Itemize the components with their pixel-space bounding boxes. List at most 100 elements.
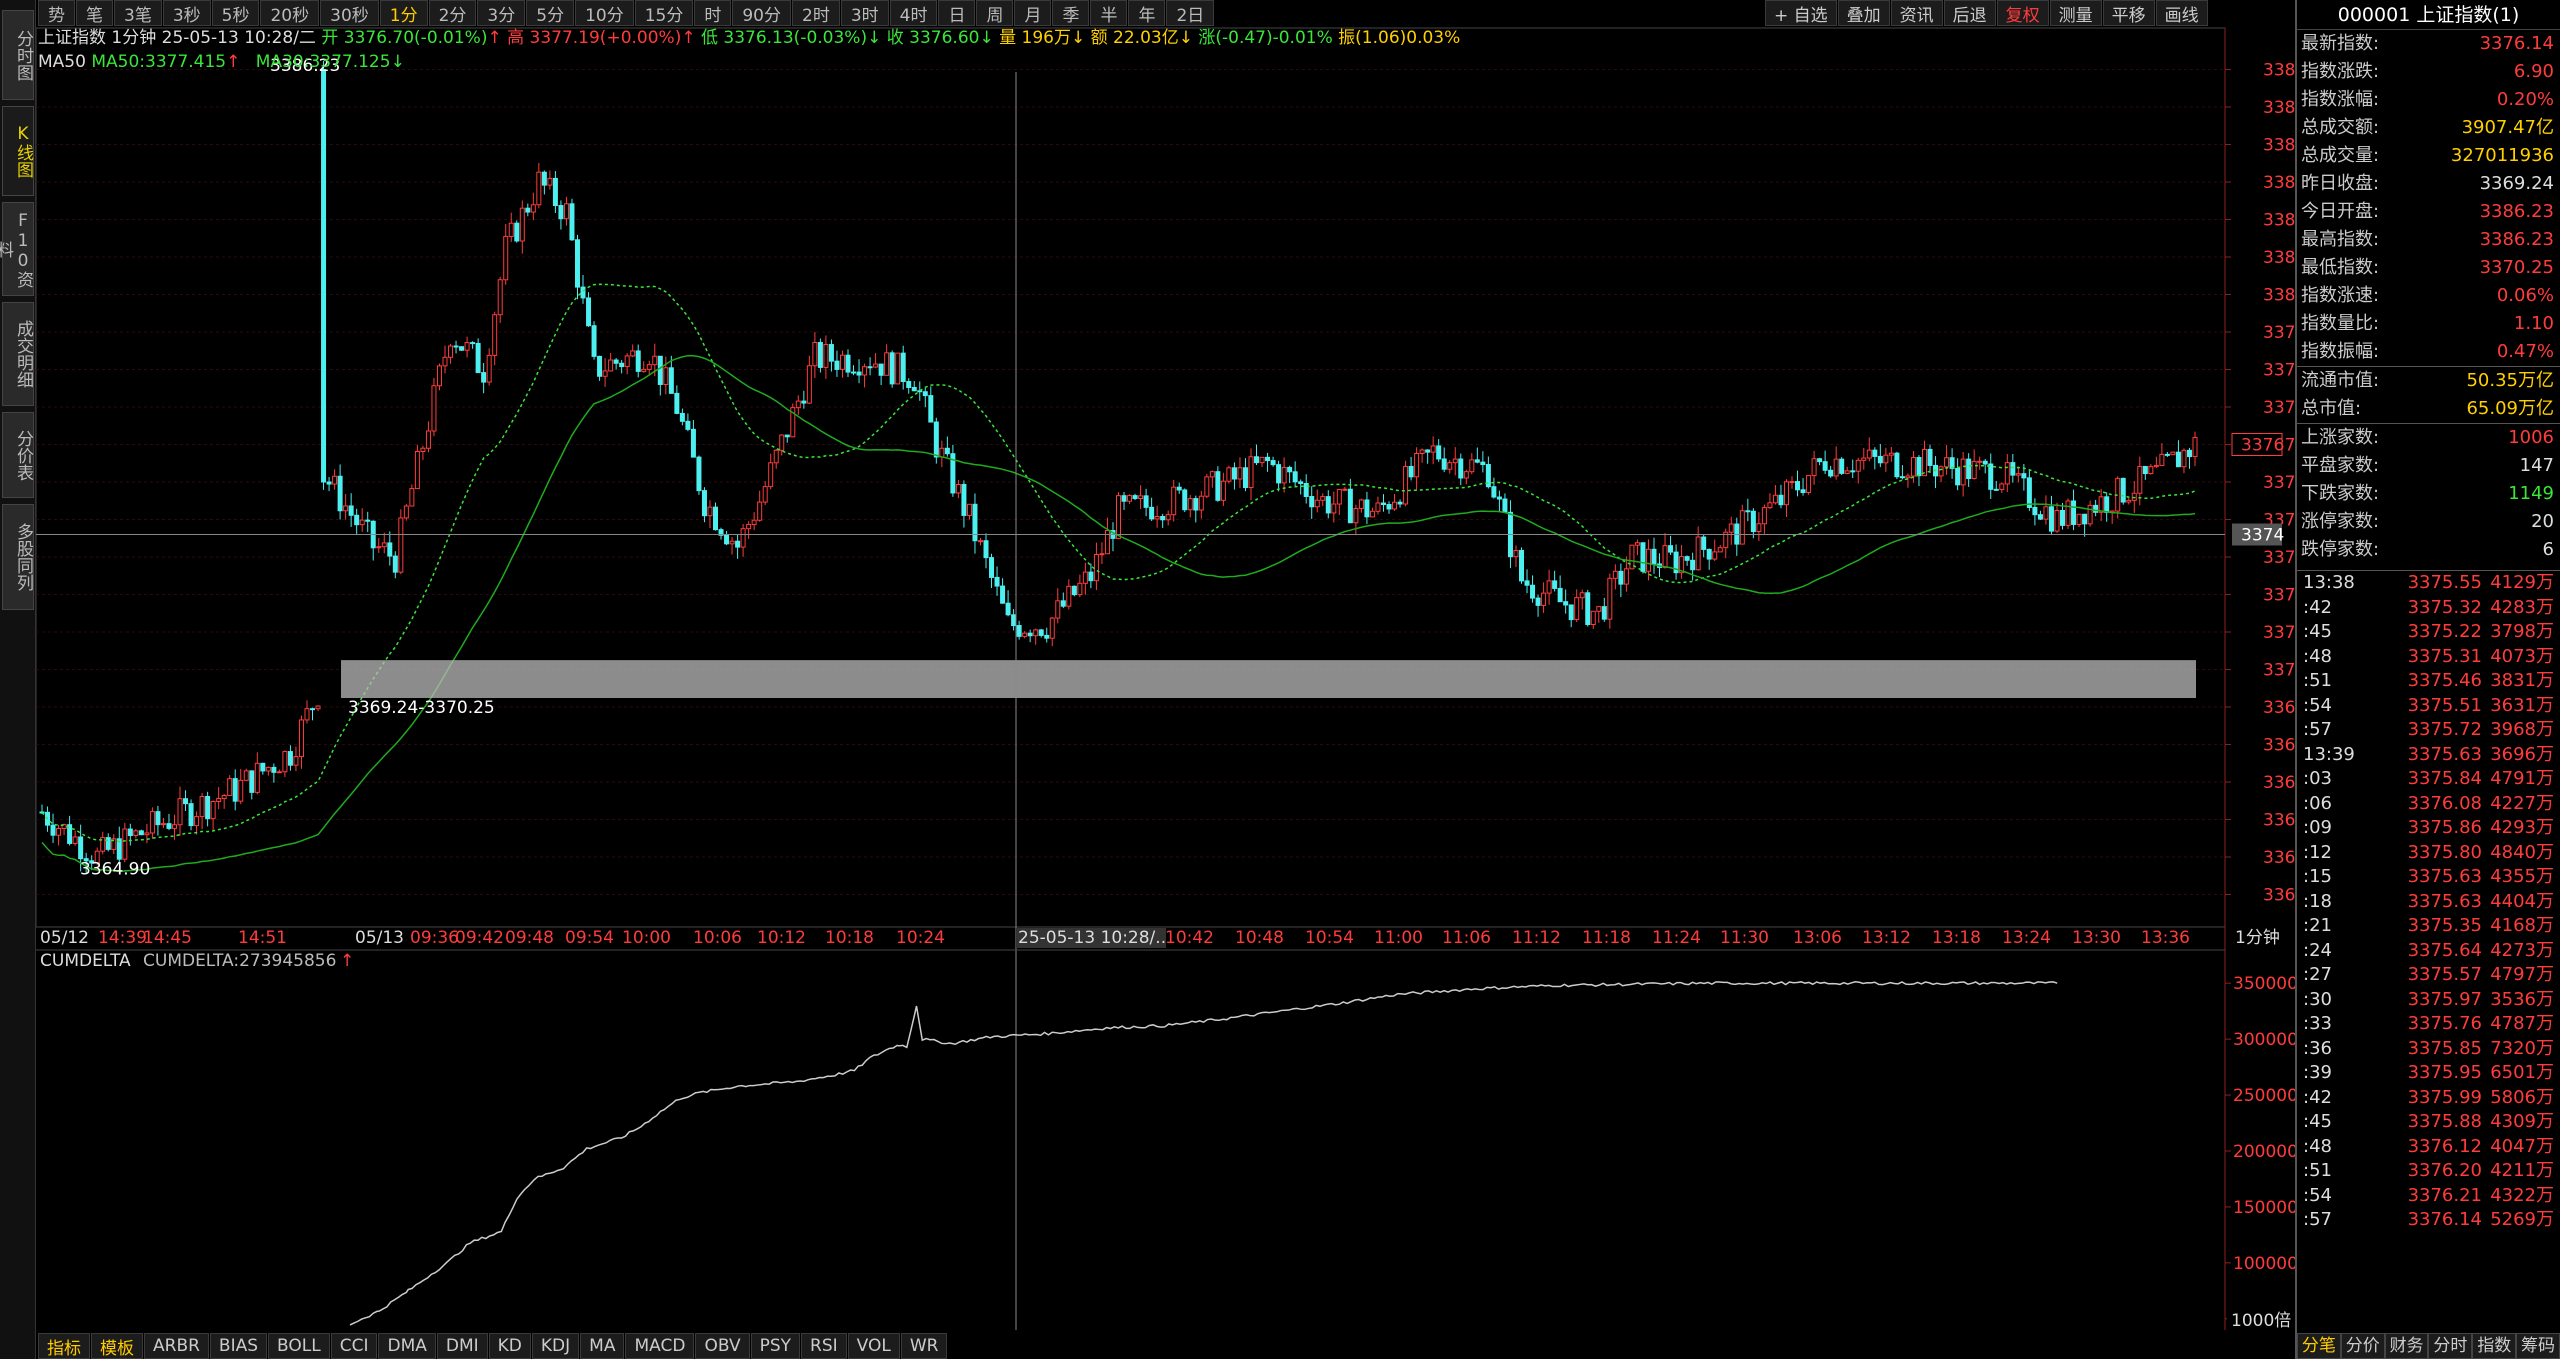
- period-tab[interactable]: 2日: [1166, 0, 1215, 26]
- candle-body: [685, 420, 691, 430]
- low-value: 低 3376.13(-0.03%): [700, 28, 868, 48]
- quote-tab[interactable]: 分价: [2340, 1333, 2385, 1359]
- period-tab[interactable]: 年: [1128, 0, 1166, 26]
- candle-body: [751, 519, 757, 525]
- tick-time: :42: [2303, 596, 2332, 618]
- indicator-tab[interactable]: CCI: [330, 1333, 378, 1359]
- tick-list[interactable]: 13:38 3375.55 4129万:42 3375.32 4283万:45 3375.…: [2297, 570, 2560, 1233]
- period-tab[interactable]: 15分: [634, 0, 694, 26]
- chart-canvas[interactable]: 3386 3385 3384 3383 3382 3381 3380 3379 3378 3377…: [0, 0, 2295, 1359]
- candle-body: [1612, 570, 1618, 579]
- candle-body: [806, 365, 812, 404]
- quote-tab[interactable]: 指数: [2472, 1333, 2517, 1359]
- period-tab[interactable]: 半: [1090, 0, 1128, 26]
- candle-body: [1866, 449, 1872, 459]
- indicator-tab[interactable]: DMA: [378, 1333, 436, 1359]
- period-tab[interactable]: 3时: [840, 0, 889, 26]
- quote-tab[interactable]: 筹码: [2516, 1333, 2560, 1359]
- period-tab[interactable]: 2时: [792, 0, 840, 26]
- toolbar-button[interactable]: 画线: [2155, 0, 2208, 26]
- candle-body: [1518, 549, 1524, 582]
- tab-multi-stock[interactable]: 多股同列: [2, 504, 34, 610]
- candle-body: [1342, 488, 1348, 491]
- indicator-tab[interactable]: WR: [900, 1333, 948, 1359]
- candle-body: [486, 354, 492, 383]
- tick-volume: 4168万: [2490, 915, 2554, 936]
- indicator-tab[interactable]: OBV: [695, 1333, 750, 1359]
- indicator-tab[interactable]: ARBR: [144, 1333, 209, 1359]
- indicator-tab[interactable]: 指标: [38, 1333, 90, 1359]
- period-tab[interactable]: 20秒: [260, 0, 320, 26]
- tab-kline[interactable]: K线图: [2, 106, 34, 196]
- period-tab[interactable]: 季: [1052, 0, 1090, 26]
- stat-label: 指数振幅:: [2301, 341, 2380, 362]
- toolbar-button[interactable]: 叠加: [1837, 0, 1890, 26]
- candle-body: [1287, 466, 1293, 473]
- tick-price: 3375.80: [2407, 841, 2482, 863]
- indicator-y-tick: 150000: [2233, 1198, 2295, 1218]
- stat-row: 指数量比: 1.10: [2297, 310, 2560, 338]
- quote-tab[interactable]: 分笔: [2297, 1333, 2341, 1359]
- tab-timeshare[interactable]: 分时图: [2, 10, 34, 100]
- period-tab[interactable]: 30秒: [320, 0, 379, 26]
- period-tab[interactable]: 2分: [428, 0, 477, 26]
- toolbar-button[interactable]: 复权: [1996, 0, 2049, 26]
- period-tab[interactable]: 3秒: [162, 0, 211, 26]
- toolbar-button[interactable]: 平移: [2102, 0, 2155, 26]
- period-tab[interactable]: 3笔: [114, 0, 162, 26]
- indicator-tab[interactable]: 模板: [91, 1333, 143, 1359]
- period-tab[interactable]: 90分: [732, 0, 791, 26]
- toolbar-button[interactable]: 测量: [2049, 0, 2102, 26]
- indicator-tab[interactable]: BOLL: [268, 1333, 330, 1359]
- candle-body: [989, 557, 995, 578]
- toolbar-button[interactable]: 资讯: [1890, 0, 1943, 26]
- indicator-tab[interactable]: RSI: [801, 1333, 847, 1359]
- period-tab[interactable]: 5秒: [211, 0, 260, 26]
- ma-indicator-name[interactable]: MA50: [38, 52, 86, 72]
- stat-label: 流通市值:: [2301, 370, 2380, 391]
- x-tick-label: 11:12: [1512, 928, 1561, 948]
- candle-body: [1358, 499, 1364, 510]
- indicator-tab[interactable]: KD: [488, 1333, 531, 1359]
- period-tab[interactable]: 笔: [76, 0, 113, 26]
- candle-body: [326, 481, 332, 485]
- tick-row: :54 3375.51 3631万: [2297, 694, 2560, 719]
- candle-body: [817, 342, 823, 368]
- period-tab[interactable]: 3分: [477, 0, 526, 26]
- tab-price-table[interactable]: 分价表: [2, 412, 34, 498]
- candle-body: [1839, 458, 1845, 474]
- period-tab[interactable]: 周: [976, 0, 1014, 26]
- period-tab[interactable]: 势: [38, 0, 75, 26]
- candle-body: [1447, 462, 1453, 470]
- candle-body: [1220, 480, 1226, 501]
- period-tab[interactable]: 5分: [526, 0, 575, 26]
- stat-label: 指数涨速:: [2301, 285, 2380, 306]
- tab-trade-detail[interactable]: 成交明细: [2, 302, 34, 406]
- tick-price: 3375.86: [2407, 817, 2482, 838]
- quote-tab[interactable]: 财务: [2384, 1333, 2429, 1359]
- period-tab[interactable]: 10分: [575, 0, 634, 26]
- tab-f10[interactable]: F10资料: [0, 202, 34, 296]
- candle-body: [1303, 483, 1309, 498]
- indicator-tab[interactable]: BIAS: [209, 1333, 268, 1359]
- indicator-tab[interactable]: DMI: [436, 1333, 488, 1359]
- candle-body: [746, 523, 752, 530]
- x-tick-label: 09:48: [505, 928, 554, 948]
- y-tick-label: 3380: [2263, 286, 2295, 306]
- toolbar-button[interactable]: + 自选: [1765, 0, 1837, 26]
- indicator-tab[interactable]: MACD: [625, 1333, 695, 1359]
- toolbar-button[interactable]: 后退: [1943, 0, 1996, 26]
- quote-tab[interactable]: 分时: [2428, 1333, 2473, 1359]
- candle-body: [569, 203, 575, 241]
- period-tab[interactable]: 时: [694, 0, 732, 26]
- period-tab[interactable]: 月: [1014, 0, 1052, 26]
- period-tab[interactable]: 4时: [889, 0, 938, 26]
- indicator-tab[interactable]: KDJ: [531, 1333, 580, 1359]
- candle-body: [856, 371, 862, 376]
- candle-body: [823, 344, 829, 368]
- indicator-tab[interactable]: MA: [580, 1333, 625, 1359]
- indicator-tab[interactable]: VOL: [847, 1333, 900, 1359]
- period-tab[interactable]: 1分: [379, 0, 428, 26]
- period-tab[interactable]: 日: [938, 0, 976, 26]
- indicator-tab[interactable]: PSY: [750, 1333, 801, 1359]
